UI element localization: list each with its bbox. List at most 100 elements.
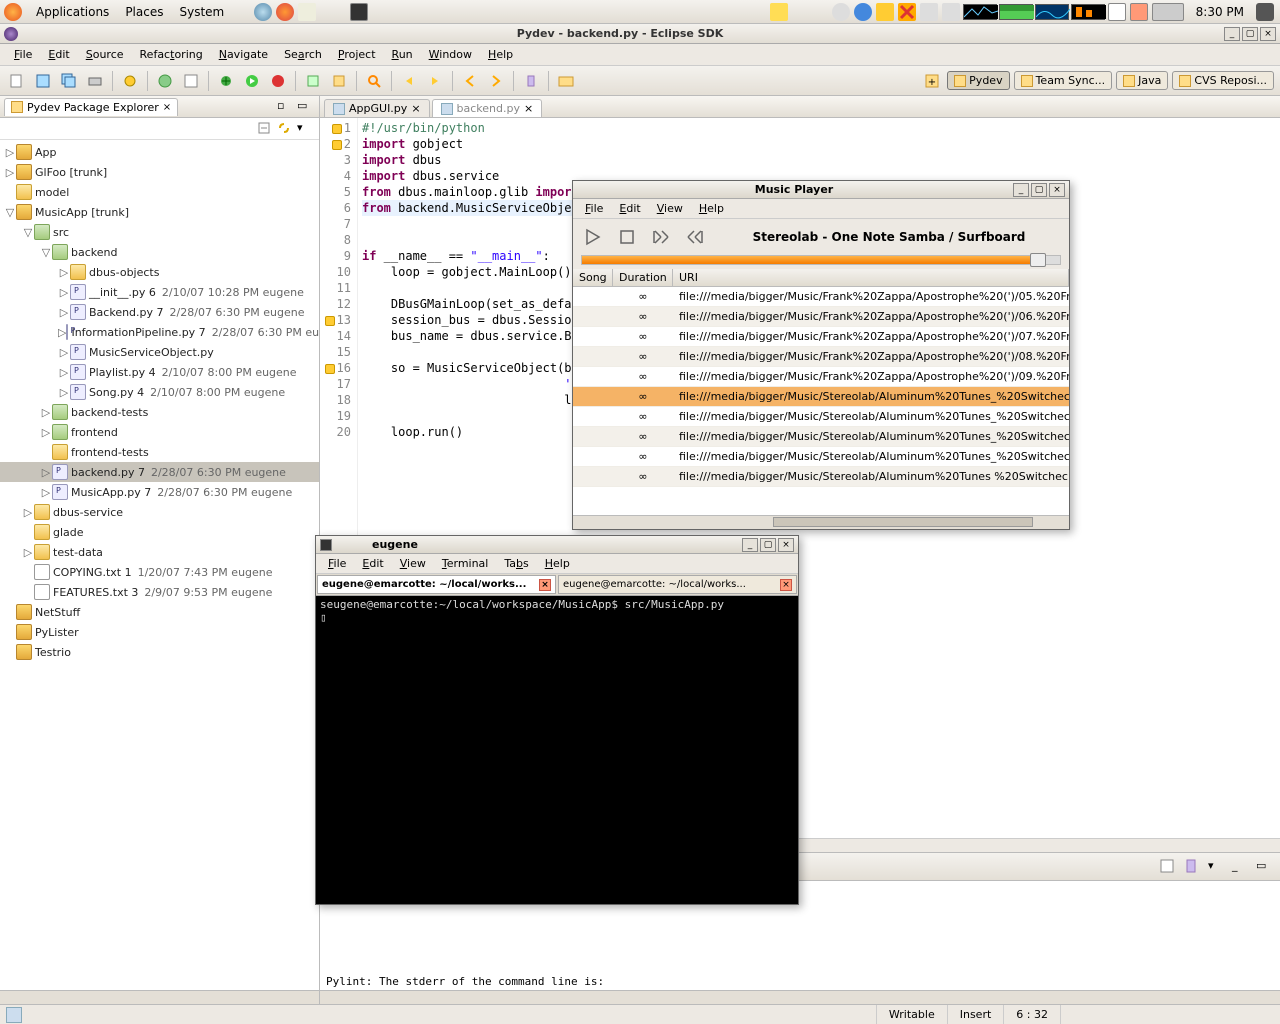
tree-item[interactable]: ▷__init__.py 62/10/07 10:28 PM eugene (0, 282, 319, 302)
perspective-team-sync-[interactable]: Team Sync... (1014, 71, 1113, 90)
tree-item[interactable]: ▷MusicServiceObject.py (0, 342, 319, 362)
new-class-button[interactable] (302, 70, 324, 92)
menu-source[interactable]: Source (78, 48, 132, 61)
tree-item[interactable]: NetStuff (0, 602, 319, 622)
search-button[interactable] (363, 70, 385, 92)
save-button[interactable] (32, 70, 54, 92)
minimize-button[interactable]: _ (1224, 27, 1240, 41)
tree-item[interactable]: ▷MusicApp.py 72/28/07 6:30 PM eugene (0, 482, 319, 502)
term-menu-tabs[interactable]: Tabs (496, 557, 536, 570)
print-button[interactable] (84, 70, 106, 92)
playlist-row[interactable]: ∞file:///media/bigger/Music/Stereolab/Al… (573, 427, 1069, 447)
term-minimize-button[interactable]: _ (742, 538, 758, 552)
build-button[interactable] (119, 70, 141, 92)
run-button[interactable] (241, 70, 263, 92)
mp-close-button[interactable]: × (1049, 183, 1065, 197)
mp-menu-edit[interactable]: Edit (611, 202, 648, 215)
playlist-row[interactable]: ∞file:///media/bigger/Music/Frank%20Zapp… (573, 327, 1069, 347)
menu-project[interactable]: Project (330, 48, 384, 61)
maximize-view-button[interactable]: ▭ (297, 99, 313, 115)
term-menu-view[interactable]: View (392, 557, 434, 570)
volume-icon[interactable] (942, 3, 960, 21)
mp-menu-help[interactable]: Help (691, 202, 732, 215)
music-player-titlebar[interactable]: Music Player _ ▢ × (573, 181, 1069, 199)
tray-icon[interactable] (832, 3, 850, 21)
evolution-icon[interactable] (298, 3, 316, 21)
terminal-body[interactable]: seugene@emarcotte:~/local/workspace/Musi… (316, 596, 798, 904)
folder-button[interactable] (555, 70, 577, 92)
playlist-row[interactable]: ∞file:///media/bigger/Music/Frank%20Zapp… (573, 367, 1069, 387)
view-menu-button[interactable]: ▾ (297, 121, 313, 137)
playlist-row[interactable]: ∞file:///media/bigger/Music/Frank%20Zapp… (573, 347, 1069, 367)
pin-button[interactable] (520, 70, 542, 92)
disk-applet[interactable] (1071, 4, 1105, 20)
playlist-row[interactable]: ∞file:///media/bigger/Music/Stereolab/Al… (573, 467, 1069, 487)
tree-item[interactable]: ▷Backend.py 72/28/07 6:30 PM eugene (0, 302, 319, 322)
term-menu-help[interactable]: Help (537, 557, 578, 570)
perspective-pydev[interactable]: Pydev (947, 71, 1009, 90)
collapse-all-button[interactable] (257, 121, 273, 137)
display-selected-icon[interactable]: ▾ (1208, 859, 1224, 875)
tree-item[interactable]: frontend-tests (0, 442, 319, 462)
terminal-launcher-icon[interactable] (350, 3, 368, 21)
playlist-row[interactable]: ∞file:///media/bigger/Music/Frank%20Zapp… (573, 287, 1069, 307)
tree-item[interactable]: ▷InformationPipeline.py 72/28/07 6:30 PM… (0, 322, 319, 342)
min-icon[interactable]: _ (1232, 859, 1248, 875)
gnome-menu-applications[interactable]: Applications (28, 5, 117, 19)
tree-item[interactable]: ▽backend (0, 242, 319, 262)
external-button[interactable] (154, 70, 176, 92)
mp-maximize-button[interactable]: ▢ (1031, 183, 1047, 197)
playlist-row[interactable]: ∞file:///media/bigger/Music/Stereolab/Al… (573, 387, 1069, 407)
menu-search[interactable]: Search (276, 48, 330, 61)
menu-help[interactable]: Help (480, 48, 521, 61)
new-package-button[interactable] (328, 70, 350, 92)
tree-item[interactable]: ▷test-data (0, 542, 319, 562)
col-uri[interactable]: URI (673, 269, 1069, 286)
tree-item[interactable]: ▷dbus-objects (0, 262, 319, 282)
term-menu-edit[interactable]: Edit (354, 557, 391, 570)
tree-item[interactable]: ▷GlFoo [trunk] (0, 162, 319, 182)
menu-file[interactable]: File (6, 48, 40, 61)
tree-item[interactable]: ▷frontend (0, 422, 319, 442)
link-editor-button[interactable] (277, 121, 293, 137)
workspace-icon[interactable] (1130, 3, 1148, 21)
tree-item[interactable]: ▷backend-tests (0, 402, 319, 422)
gnome-menu-places[interactable]: Places (117, 5, 171, 19)
close-button[interactable]: × (1260, 27, 1276, 41)
tree-item[interactable]: ▷App (0, 142, 319, 162)
menu-window[interactable]: Window (421, 48, 480, 61)
col-duration[interactable]: Duration (613, 269, 673, 286)
new-button[interactable] (6, 70, 28, 92)
progress-slider[interactable] (581, 255, 1061, 265)
menu-navigate[interactable]: Navigate (211, 48, 276, 61)
menu-edit[interactable]: Edit (40, 48, 77, 61)
mp-menu-file[interactable]: File (577, 202, 611, 215)
next-annot-button[interactable] (424, 70, 446, 92)
close-icon[interactable]: × (163, 102, 171, 113)
terminal-tab[interactable]: eugene@emarcotte: ~/local/works...× (558, 575, 797, 594)
mp-menu-view[interactable]: View (649, 202, 691, 215)
playlist-row[interactable]: ∞file:///media/bigger/Music/Frank%20Zapp… (573, 307, 1069, 327)
playlist-row[interactable]: ∞file:///media/bigger/Music/Stereolab/Al… (573, 447, 1069, 467)
workspace-icon[interactable] (1152, 3, 1184, 21)
close-tab-icon[interactable]: × (411, 102, 420, 115)
perspective-java[interactable]: Java (1116, 71, 1168, 90)
terminal-tab[interactable]: eugene@emarcotte: ~/local/works...× (317, 575, 556, 594)
mp-scrollbar-h[interactable] (573, 515, 1069, 529)
gnome-menu-system[interactable]: System (171, 5, 232, 19)
mem-applet[interactable] (999, 4, 1033, 20)
ext-tools-button[interactable] (267, 70, 289, 92)
next-track-button[interactable] (685, 227, 705, 247)
firefox-icon[interactable] (276, 3, 294, 21)
menu-refactoring[interactable]: Refactoring (132, 48, 211, 61)
tree-item[interactable]: Testrio (0, 642, 319, 662)
editor-tab[interactable]: AppGUI.py× (324, 99, 430, 117)
term-menu-terminal[interactable]: Terminal (434, 557, 497, 570)
tree-item[interactable]: PyLister (0, 622, 319, 642)
maximize-button[interactable]: ▢ (1242, 27, 1258, 41)
prev-track-button[interactable] (651, 227, 671, 247)
max-icon[interactable]: ▭ (1256, 859, 1272, 875)
scrollbar-h[interactable] (0, 990, 319, 1004)
debug-button[interactable] (215, 70, 237, 92)
tray-icon[interactable] (854, 3, 872, 21)
